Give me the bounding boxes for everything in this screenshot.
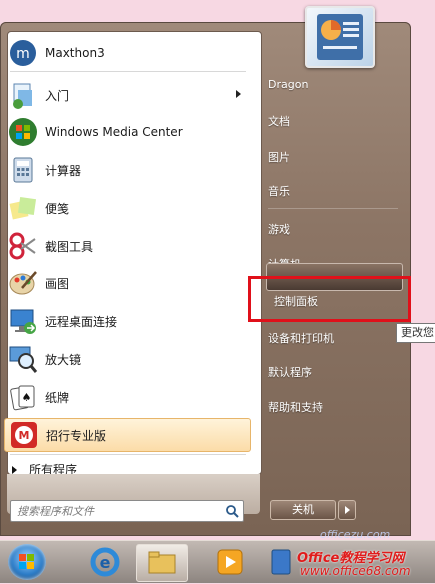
program-getting-started[interactable]: 入门 — [4, 78, 249, 112]
watermark-text: officezu.com — [320, 528, 391, 541]
program-label: 远程桌面连接 — [45, 314, 118, 329]
program-remote-desktop[interactable]: 远程桌面连接 — [4, 304, 249, 338]
watermark-url: www.office68.com — [300, 564, 411, 578]
user-name-link[interactable]: Dragon — [268, 78, 308, 91]
program-paint[interactable]: 画图 — [4, 266, 249, 300]
help-support-link[interactable]: 帮助和支持 — [268, 399, 323, 415]
search-placeholder: 搜索程序和文件 — [17, 505, 94, 518]
separator — [268, 208, 398, 209]
windows-media-center-icon — [8, 117, 38, 147]
program-snipping-tool[interactable]: 截图工具 — [4, 229, 249, 263]
getting-started-icon — [8, 80, 38, 110]
program-label: 便笺 — [45, 201, 70, 216]
program-label: Maxthon3 — [45, 46, 105, 60]
svg-text:m: m — [16, 46, 30, 62]
games-link[interactable]: 游戏 — [268, 221, 290, 237]
program-calculator[interactable]: 计算器 — [4, 153, 249, 187]
media-player-icon — [217, 549, 243, 575]
program-label: 画图 — [45, 276, 70, 291]
svg-text:e: e — [100, 553, 111, 572]
program-magnifier[interactable]: 放大镜 — [4, 342, 249, 376]
shutdown-options-button[interactable] — [338, 500, 356, 520]
program-sticky-notes[interactable]: 便笺 — [4, 191, 249, 225]
svg-text:M: M — [19, 429, 30, 442]
calculator-icon — [8, 155, 38, 185]
remote-desktop-icon — [8, 306, 38, 336]
taskbar-media-player[interactable] — [206, 544, 256, 580]
magnifier-icon — [8, 344, 38, 374]
annotation-highlight-box — [248, 276, 411, 322]
shutdown-button[interactable]: 关机 — [270, 500, 336, 520]
svg-text:♠: ♠ — [22, 391, 32, 404]
folder-icon — [148, 551, 176, 574]
search-icon[interactable] — [225, 504, 239, 518]
devices-printers-link[interactable]: 设备和打印机 — [268, 330, 334, 346]
taskbar-explorer[interactable] — [136, 544, 188, 582]
program-label: 截图工具 — [45, 239, 94, 254]
program-label: 纸牌 — [45, 390, 70, 405]
program-label: 计算器 — [45, 163, 82, 178]
separator — [10, 71, 246, 72]
paint-icon — [8, 268, 38, 298]
solitaire-icon: ♠ — [8, 382, 38, 412]
tooltip: 更改您 — [396, 323, 435, 343]
music-link[interactable]: 音乐 — [268, 183, 290, 199]
program-label: Windows Media Center — [45, 125, 183, 139]
expand-arrow-icon — [12, 465, 17, 474]
cmb-bank-icon: M — [9, 420, 39, 450]
documents-link[interactable]: 文档 — [268, 113, 290, 129]
sticky-notes-icon — [8, 193, 38, 223]
internet-explorer-icon: e — [90, 547, 120, 577]
separator — [10, 454, 246, 455]
snipping-tool-icon — [8, 231, 38, 261]
start-orb-button[interactable] — [8, 544, 46, 580]
pictures-link[interactable]: 图片 — [268, 149, 290, 165]
maxthon-icon: m — [8, 38, 38, 68]
taskbar-ie[interactable]: e — [80, 544, 130, 580]
program-windows-media-center[interactable]: Windows Media Center — [4, 115, 249, 149]
program-cmb-bank[interactable]: M 招行专业版 — [4, 418, 251, 452]
user-picture[interactable] — [305, 6, 375, 68]
submenu-arrow-icon — [236, 90, 241, 98]
program-label: 招行专业版 — [46, 428, 107, 443]
program-label: 入门 — [45, 88, 70, 103]
program-maxthon3[interactable]: m Maxthon3 — [4, 36, 249, 70]
program-solitaire[interactable]: ♠ 纸牌 — [4, 380, 249, 414]
search-input[interactable]: 搜索程序和文件 — [10, 500, 244, 522]
program-label: 放大镜 — [45, 352, 82, 367]
default-programs-link[interactable]: 默认程序 — [268, 364, 312, 380]
